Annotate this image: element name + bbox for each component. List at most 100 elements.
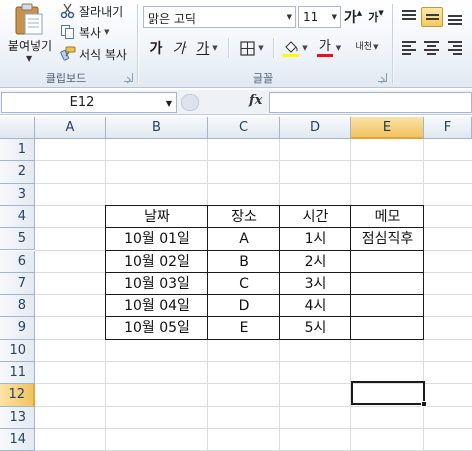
italic-button[interactable]: 가 <box>168 37 190 59</box>
table-cell[interactable]: 10월 01일 <box>106 228 208 250</box>
bottom-align-button[interactable] <box>444 7 466 27</box>
clipboard-dialog-launcher-icon[interactable] <box>124 73 133 82</box>
copy-dropdown-arrow-icon[interactable]: ▼ <box>104 28 109 36</box>
formula-input[interactable] <box>269 92 472 113</box>
font-size-dropdown-arrow-icon[interactable]: ▼ <box>332 13 337 21</box>
column-header-e[interactable]: E <box>351 117 424 139</box>
row-header-4[interactable]: 4 <box>0 205 35 229</box>
column-header-c[interactable]: C <box>208 117 280 139</box>
table-cell[interactable] <box>351 295 424 317</box>
middle-align-button[interactable] <box>421 7 443 27</box>
table-header-cell[interactable]: 장소 <box>208 206 280 228</box>
table-header-cell[interactable]: 날짜 <box>106 206 208 228</box>
row-header-5[interactable]: 5 <box>0 228 35 251</box>
column-header-d[interactable]: D <box>280 117 351 139</box>
grow-font-button[interactable]: 가 ▲ <box>343 6 363 28</box>
paste-dropdown-arrow-icon[interactable]: ▼ <box>26 54 32 63</box>
name-box-dropdown-arrow-icon[interactable]: ▼ <box>166 99 172 108</box>
row-header-3[interactable]: 3 <box>0 183 35 206</box>
cut-button[interactable]: 잘라내기 <box>60 1 123 21</box>
table-cell[interactable]: E <box>208 317 280 339</box>
row-header-10[interactable]: 10 <box>0 339 35 362</box>
row-header-13[interactable]: 13 <box>0 406 35 429</box>
copy-icon <box>61 25 74 39</box>
underline-glyph: 가 <box>196 41 210 57</box>
table-border <box>105 249 424 251</box>
align-left-button[interactable] <box>398 38 420 58</box>
table-cell[interactable]: 2시 <box>280 251 351 273</box>
row-header-11[interactable]: 11 <box>0 362 35 385</box>
paste-button[interactable]: 붙여넣기 ▼ <box>2 0 58 66</box>
row-header-12[interactable]: 12 <box>0 384 35 407</box>
top-align-button[interactable] <box>398 7 420 27</box>
column-header-b[interactable]: B <box>106 117 208 139</box>
table-border <box>105 204 106 340</box>
borders-button[interactable]: ▼ <box>236 37 268 59</box>
font-size-combo[interactable]: 11 ▼ <box>298 6 341 28</box>
italic-glyph: 가 <box>172 41 186 57</box>
borders-dropdown-arrow-icon[interactable]: ▼ <box>258 44 263 52</box>
row-header-7[interactable]: 7 <box>0 272 35 296</box>
fill-color-swatch <box>283 54 300 57</box>
active-cell-selection[interactable] <box>351 381 425 405</box>
phonetic-guide-button[interactable]: 내천 ▼ <box>352 36 382 58</box>
table-cell[interactable]: 4시 <box>280 295 351 317</box>
row-header-6[interactable]: 6 <box>0 250 35 273</box>
font-size-value: 11 <box>303 10 319 24</box>
table-cell[interactable] <box>351 251 424 273</box>
font-color-dropdown-arrow-icon[interactable]: ▼ <box>336 44 341 52</box>
table-header-cell[interactable]: 메모 <box>351 206 424 228</box>
align-right-button[interactable] <box>444 38 466 58</box>
font-name-dropdown-arrow-icon[interactable]: ▼ <box>287 13 292 21</box>
font-name-combo[interactable]: 맑은 고딕 ▼ <box>143 6 296 28</box>
table-cell[interactable]: 3시 <box>280 273 351 295</box>
name-box[interactable]: E12 ▼ <box>1 92 177 113</box>
row-header-1[interactable]: 1 <box>0 139 35 162</box>
shrink-arrow-icon: ▼ <box>378 9 384 17</box>
table-cell[interactable]: C <box>208 273 280 295</box>
table-cell[interactable] <box>351 317 424 339</box>
table-cell[interactable] <box>351 273 424 295</box>
align-center-button[interactable] <box>421 38 443 58</box>
row-header-9[interactable]: 9 <box>0 317 35 340</box>
insert-function-icon[interactable]: fx <box>249 93 262 108</box>
table-border <box>279 204 280 340</box>
table-cell[interactable]: 10월 04일 <box>106 295 208 317</box>
font-color-button[interactable]: 가 ▼ <box>313 37 345 59</box>
font-color-swatch <box>316 53 333 57</box>
fill-color-button[interactable]: ▼ <box>280 37 310 59</box>
row-header-8[interactable]: 8 <box>0 295 35 318</box>
borders-icon <box>240 40 255 56</box>
font-divider <box>228 38 229 58</box>
bold-glyph: 가 <box>149 41 163 57</box>
worksheet-grid[interactable]: ABCDEF 1 2 3 4 5 6 7 8 9 10 11 12 13 14 날짜 장소 시간 메모 10월 0… <box>0 117 472 451</box>
format-painter-button[interactable]: 서식 복사 <box>60 44 127 64</box>
phonetic-dropdown-arrow-icon[interactable]: ▼ <box>373 42 378 52</box>
formula-bar-splitter[interactable] <box>181 94 199 111</box>
table-cell[interactable]: D <box>208 295 280 317</box>
table-cell[interactable]: B <box>208 251 280 273</box>
table-cell[interactable]: 10월 02일 <box>106 251 208 273</box>
table-cell[interactable]: 5시 <box>280 317 351 339</box>
copy-button[interactable]: 복사 ▼ <box>60 22 109 42</box>
table-cell[interactable]: 10월 05일 <box>106 317 208 339</box>
row-header-14[interactable]: 14 <box>0 428 35 451</box>
font-group-label: 글꼴 <box>252 72 274 85</box>
fill-handle[interactable] <box>421 401 427 407</box>
table-cell[interactable]: 점심직후 <box>351 228 424 250</box>
table-border <box>105 316 424 318</box>
underline-dropdown-arrow-icon[interactable]: ▼ <box>212 44 217 52</box>
table-header-cell[interactable]: 시간 <box>280 206 351 228</box>
table-cell[interactable]: A <box>208 228 280 250</box>
fill-color-dropdown-arrow-icon[interactable]: ▼ <box>302 44 307 52</box>
table-cell[interactable]: 1시 <box>280 228 351 250</box>
shrink-font-button[interactable]: 가 ▼ <box>366 6 386 28</box>
underline-button[interactable]: 가 ▼ <box>192 37 222 59</box>
row-header-2[interactable]: 2 <box>0 161 35 184</box>
column-header-a[interactable]: A <box>35 117 106 139</box>
font-dialog-launcher-icon[interactable] <box>378 73 387 82</box>
select-all-corner[interactable] <box>0 117 35 139</box>
column-header-f[interactable]: F <box>424 117 472 139</box>
bold-button[interactable]: 가 <box>145 37 167 59</box>
table-cell[interactable]: 10월 03일 <box>106 273 208 295</box>
